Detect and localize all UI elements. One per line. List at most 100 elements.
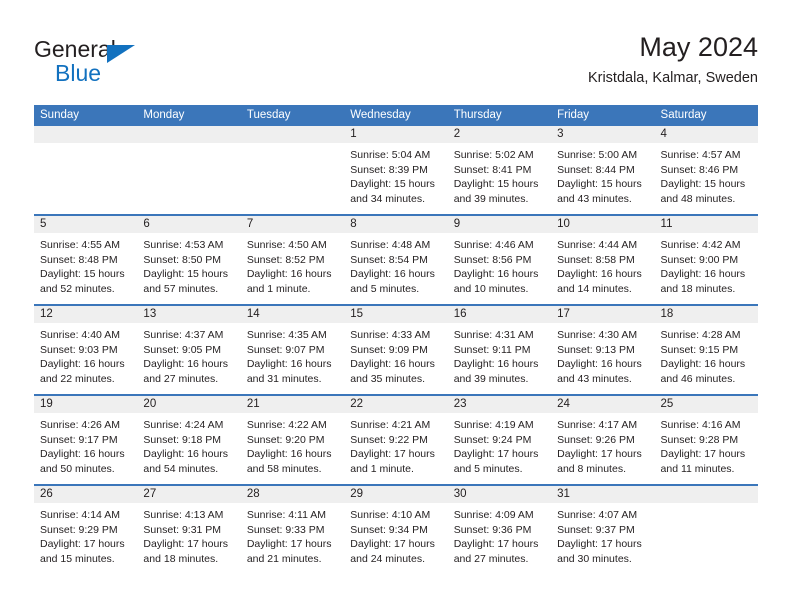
calendar-day-cell[interactable]: 19 Sunrise: 4:26 AM Sunset: 9:17 PM Dayligh… <box>34 396 138 484</box>
calendar-day-cell[interactable]: 31 Sunrise: 4:07 AM Sunset: 9:37 PM Dayligh… <box>551 486 655 574</box>
weekday-header-wednesday: Wednesday <box>350 109 411 121</box>
calendar-page: General Blue May 2024 Kristdala, Kalmar,… <box>0 0 792 612</box>
daylight-text: Daylight: 17 hours and 21 minutes. <box>246 538 332 565</box>
day-details: Sunrise: 4:30 AM Sunset: 9:13 PM Daylight:… <box>551 324 654 386</box>
day-number-strip: 16 <box>447 306 552 324</box>
day-number-strip: 30 <box>447 486 552 504</box>
calendar-day-cell[interactable]: 28 Sunrise: 4:11 AM Sunset: 9:33 PM Dayligh… <box>240 486 345 574</box>
daylight-text: Daylight: 16 hours and 1 minute. <box>246 268 332 295</box>
day-details: Sunrise: 5:00 AM Sunset: 8:44 PM Daylight:… <box>551 144 654 206</box>
day-details: Sunrise: 4:46 AM Sunset: 8:56 PM Daylight:… <box>448 234 551 296</box>
calendar-day-cell[interactable]: 14 Sunrise: 4:35 AM Sunset: 9:07 PM Dayligh… <box>240 306 345 394</box>
calendar-day-cell[interactable]: 10 Sunrise: 4:44 AM Sunset: 8:58 PM Dayligh… <box>551 216 655 304</box>
calendar-day-cell[interactable]: 5 Sunrise: 4:55 AM Sunset: 8:48 PM Daylight… <box>34 216 138 304</box>
daylight-text: Daylight: 15 hours and 52 minutes. <box>40 268 125 295</box>
day-number: 8 <box>350 218 357 230</box>
calendar-day-cell[interactable]: 27 Sunrise: 4:13 AM Sunset: 9:31 PM Dayligh… <box>137 486 241 574</box>
daylight-text: Daylight: 15 hours and 57 minutes. <box>143 268 229 295</box>
calendar-day-cell[interactable]: 16 Sunrise: 4:31 AM Sunset: 9:11 PM Dayligh… <box>447 306 552 394</box>
day-details: Sunrise: 4:50 AM Sunset: 8:52 PM Daylight:… <box>241 234 344 296</box>
sunset-text: Sunset: 8:58 PM <box>557 253 635 266</box>
calendar-day-cell[interactable]: 3 Sunrise: 5:00 AM Sunset: 8:44 PM Daylight… <box>551 126 655 214</box>
sunrise-text: Sunrise: 4:37 AM <box>143 329 224 341</box>
calendar-day-cell[interactable]: 25 Sunrise: 4:16 AM Sunset: 9:28 PM Dayligh… <box>654 396 758 484</box>
calendar-day-cell[interactable]: 29 Sunrise: 4:10 AM Sunset: 9:34 PM Dayligh… <box>344 486 448 574</box>
day-number: 26 <box>40 488 53 500</box>
sunrise-text: Sunrise: 4:19 AM <box>453 419 534 431</box>
general-blue-logo[interactable]: General Blue <box>34 36 154 92</box>
sunset-text: Sunset: 8:46 PM <box>660 163 739 176</box>
day-details: Sunrise: 4:21 AM Sunset: 9:22 PM Daylight:… <box>344 414 447 476</box>
day-number-strip <box>240 126 345 144</box>
calendar-day-cell[interactable]: 18 Sunrise: 4:28 AM Sunset: 9:15 PM Dayligh… <box>654 306 758 394</box>
sunset-text: Sunset: 9:00 PM <box>660 253 739 266</box>
daylight-text: Daylight: 15 hours and 48 minutes. <box>660 178 746 205</box>
weekday-header-friday: Friday <box>557 109 590 121</box>
calendar-day-cell[interactable]: 30 Sunrise: 4:09 AM Sunset: 9:36 PM Dayligh… <box>447 486 552 574</box>
calendar-day-cell[interactable]: 12 Sunrise: 4:40 AM Sunset: 9:03 PM Dayligh… <box>34 306 138 394</box>
calendar-day-cell[interactable]: 23 Sunrise: 4:19 AM Sunset: 9:24 PM Dayligh… <box>447 396 552 484</box>
sunrise-text: Sunrise: 4:40 AM <box>40 329 120 341</box>
calendar-day-cell[interactable]: 8 Sunrise: 4:48 AM Sunset: 8:54 PM Daylight… <box>344 216 448 304</box>
day-details: Sunrise: 4:28 AM Sunset: 9:15 PM Daylight:… <box>655 324 758 386</box>
day-details: Sunrise: 5:04 AM Sunset: 8:39 PM Daylight:… <box>344 144 447 206</box>
daylight-text: Daylight: 16 hours and 50 minutes. <box>40 448 125 475</box>
day-number-strip: 15 <box>344 306 448 324</box>
sunrise-text: Sunrise: 4:07 AM <box>557 509 638 521</box>
day-number-strip: 5 <box>34 216 138 234</box>
calendar-week-inner: 12 Sunrise: 4:40 AM Sunset: 9:03 PM Dayligh… <box>34 306 758 394</box>
sunrise-text: Sunrise: 4:31 AM <box>453 329 534 341</box>
day-details: Sunrise: 4:42 AM Sunset: 9:00 PM Daylight:… <box>655 234 758 296</box>
calendar-day-cell[interactable]: 17 Sunrise: 4:30 AM Sunset: 9:13 PM Dayligh… <box>551 306 655 394</box>
triangle-icon <box>107 45 135 63</box>
sunrise-text: Sunrise: 4:46 AM <box>453 239 534 251</box>
calendar-day-cell[interactable]: 7 Sunrise: 4:50 AM Sunset: 8:52 PM Daylight… <box>240 216 345 304</box>
day-details: Sunrise: 4:24 AM Sunset: 9:18 PM Daylight:… <box>137 414 240 476</box>
sunrise-text: Sunrise: 5:02 AM <box>453 149 534 161</box>
sunset-text: Sunset: 9:03 PM <box>40 343 118 356</box>
sunset-text: Sunset: 9:36 PM <box>453 523 532 536</box>
sunrise-text: Sunrise: 4:21 AM <box>350 419 431 431</box>
daylight-text: Daylight: 15 hours and 43 minutes. <box>557 178 642 205</box>
daylight-text: Daylight: 16 hours and 22 minutes. <box>40 358 125 385</box>
logo-text-blue: Blue <box>55 60 102 86</box>
title-block: May 2024 Kristdala, Kalmar, Sweden <box>588 30 758 89</box>
calendar-day-cell[interactable]: 11 Sunrise: 4:42 AM Sunset: 9:00 PM Dayligh… <box>654 216 758 304</box>
calendar-day-cell[interactable]: 6 Sunrise: 4:53 AM Sunset: 8:50 PM Daylight… <box>137 216 241 304</box>
day-number-strip: 13 <box>137 306 241 324</box>
day-number: 23 <box>453 398 467 410</box>
daylight-text: Daylight: 16 hours and 43 minutes. <box>557 358 642 385</box>
calendar-day-cell[interactable]: 13 Sunrise: 4:37 AM Sunset: 9:05 PM Dayligh… <box>137 306 241 394</box>
calendar-day-cell[interactable]: 26 Sunrise: 4:14 AM Sunset: 9:29 PM Dayligh… <box>34 486 138 574</box>
calendar-day-cell[interactable]: 24 Sunrise: 4:17 AM Sunset: 9:26 PM Dayligh… <box>551 396 655 484</box>
calendar-day-cell[interactable]: 2 Sunrise: 5:02 AM Sunset: 8:41 PM Daylight… <box>447 126 552 214</box>
day-number: 30 <box>453 488 467 500</box>
day-number: 7 <box>246 218 254 230</box>
weekday-header-tuesday: Tuesday <box>246 109 291 121</box>
calendar-day-cell[interactable]: 21 Sunrise: 4:22 AM Sunset: 9:20 PM Dayligh… <box>240 396 345 484</box>
sunset-text: Sunset: 9:29 PM <box>40 523 118 536</box>
calendar-day-cell[interactable]: 1 Sunrise: 5:04 AM Sunset: 8:39 PM Daylight… <box>344 126 448 214</box>
sunset-text: Sunset: 9:24 PM <box>453 433 532 446</box>
sunset-text: Sunset: 9:20 PM <box>246 433 325 446</box>
daylight-text: Daylight: 17 hours and 11 minutes. <box>660 448 746 475</box>
calendar-day-cell[interactable]: 22 Sunrise: 4:21 AM Sunset: 9:22 PM Dayligh… <box>344 396 448 484</box>
sunrise-text: Sunrise: 4:13 AM <box>143 509 224 521</box>
weekday-header-monday: Monday <box>143 109 185 121</box>
calendar-day-cell[interactable]: 9 Sunrise: 4:46 AM Sunset: 8:56 PM Daylight… <box>447 216 552 304</box>
day-number: 4 <box>660 128 667 140</box>
calendar-day-cell[interactable]: 4 Sunrise: 4:57 AM Sunset: 8:46 PM Daylight… <box>654 126 758 214</box>
daylight-text: Daylight: 17 hours and 1 minute. <box>350 448 435 475</box>
calendar-weeks: 1 Sunrise: 5:04 AM Sunset: 8:39 PM Daylight… <box>34 126 758 574</box>
day-number-strip: 23 <box>447 396 552 414</box>
sunrise-text: Sunrise: 4:26 AM <box>40 419 120 431</box>
daylight-text: Daylight: 16 hours and 10 minutes. <box>453 268 539 295</box>
sunrise-text: Sunrise: 4:16 AM <box>660 419 741 431</box>
calendar-day-cell[interactable]: 15 Sunrise: 4:33 AM Sunset: 9:09 PM Dayligh… <box>344 306 448 394</box>
day-number: 2 <box>453 128 461 140</box>
sunset-text: Sunset: 9:05 PM <box>143 343 222 356</box>
day-number-strip: 10 <box>551 216 655 234</box>
calendar-grid: Sunday Monday Tuesday Wednesday Thursday… <box>34 105 758 574</box>
day-details: Sunrise: 4:33 AM Sunset: 9:09 PM Daylight:… <box>344 324 447 386</box>
calendar-day-cell[interactable]: 20 Sunrise: 4:24 AM Sunset: 9:18 PM Dayligh… <box>137 396 241 484</box>
